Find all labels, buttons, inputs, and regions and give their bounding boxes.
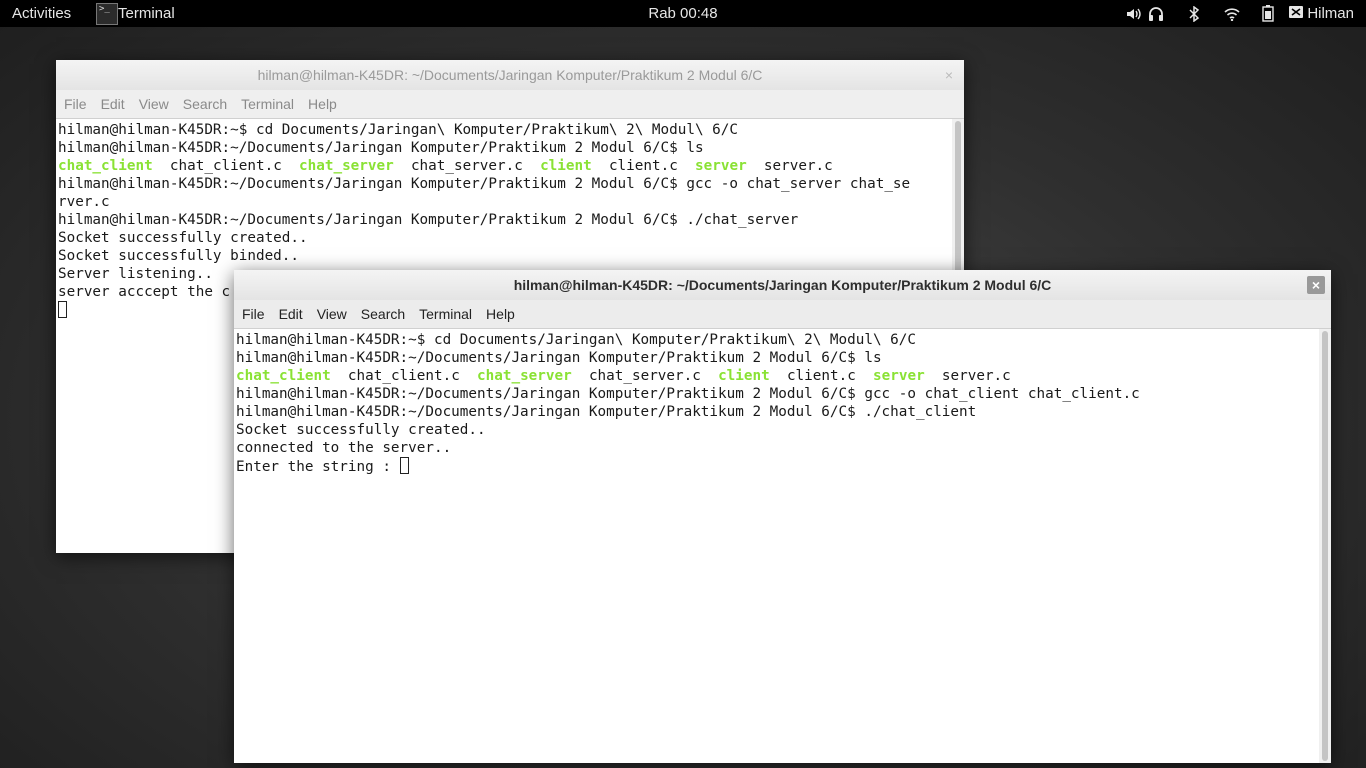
menu-bar: File Edit View Search Terminal Help [56,90,964,119]
clock[interactable]: Rab 00:48 [648,5,717,22]
terminal-line: hilman@hilman-K45DR:~/Documents/Jaringan… [58,176,911,192]
terminal-line: hilman@hilman-K45DR:~$ cd Documents/Jari… [236,332,916,348]
ls-file: server.c [941,368,1011,384]
menu-view[interactable]: View [133,96,175,112]
volume-icon[interactable] [1123,0,1145,27]
menu-help[interactable]: Help [480,306,521,322]
ls-file: chat_client.c [169,158,282,174]
bluetooth-icon[interactable] [1183,0,1205,27]
window-titlebar[interactable]: hilman@hilman-K45DR: ~/Documents/Jaringa… [234,270,1331,300]
terminal-line: Socket successfully created.. [58,230,308,246]
terminal-window-client[interactable]: hilman@hilman-K45DR: ~/Documents/Jaringa… [234,270,1331,763]
terminal-line: rver.c [58,194,110,210]
ls-executable: chat_server [477,368,572,384]
menu-file[interactable]: File [236,306,271,322]
ls-executable: server [695,158,747,174]
terminal-line: hilman@hilman-K45DR:~/Documents/Jaringan… [58,212,799,228]
terminal-cursor[interactable] [399,457,409,474]
menu-bar: File Edit View Search Terminal Help [234,300,1331,329]
ls-output: chat_client chat_client.c chat_server ch… [58,157,952,175]
terminal-line: hilman@hilman-K45DR:~/Documents/Jaringan… [236,404,977,420]
ls-file: client.c [608,158,678,174]
ls-file: chat_server.c [410,158,523,174]
ls-executable: chat_server [299,158,394,174]
window-titlebar[interactable]: hilman@hilman-K45DR: ~/Documents/Jaringa… [56,60,964,90]
ls-executable: client [540,158,592,174]
window-title: hilman@hilman-K45DR: ~/Documents/Jaringa… [257,67,763,83]
user-menu[interactable]: Hilman [1289,5,1354,22]
top-bar: Activities >_ Terminal Rab 00:48 Hilman [0,0,1366,27]
ls-file: chat_server.c [588,368,701,384]
menu-terminal[interactable]: Terminal [413,306,478,322]
system-tray[interactable]: Hilman [1123,0,1354,27]
ls-file: chat_client.c [347,368,460,384]
ls-file: server.c [763,158,833,174]
menu-terminal[interactable]: Terminal [235,96,300,112]
prompt-line[interactable]: Enter the string : [236,457,1319,476]
terminal-output[interactable]: hilman@hilman-K45DR:~$ cd Documents/Jari… [234,329,1319,763]
close-icon[interactable]: × [940,66,958,84]
ls-executable: server [873,368,925,384]
ls-executable: chat_client [58,158,153,174]
terminal-line: hilman@hilman-K45DR:~$ cd Documents/Jari… [58,122,738,138]
wifi-icon[interactable] [1221,0,1243,27]
user-icon [1289,5,1304,22]
terminal-line: connected to the server.. [236,440,452,456]
terminal-line: Socket successfully binded.. [58,248,300,264]
scrollbar-thumb[interactable] [1322,331,1328,761]
close-icon[interactable]: × [1307,276,1325,294]
menu-help[interactable]: Help [302,96,343,112]
menu-search[interactable]: Search [355,306,411,322]
ls-executable: client [718,368,770,384]
terminal-line: Socket successfully created.. [236,422,486,438]
app-menu-label: Terminal [118,5,175,22]
ls-executable: chat_client [236,368,331,384]
terminal-prompt: Enter the string : [236,459,400,475]
menu-edit[interactable]: Edit [95,96,131,112]
terminal-line: hilman@hilman-K45DR:~/Documents/Jaringan… [58,140,704,156]
app-menu[interactable]: >_ Terminal [96,0,175,27]
terminal-app-icon: >_ [96,2,118,25]
terminal-line: hilman@hilman-K45DR:~/Documents/Jaringan… [236,350,882,366]
menu-file[interactable]: File [58,96,93,112]
menu-view[interactable]: View [311,306,353,322]
headphones-icon[interactable] [1145,0,1167,27]
activities-button[interactable]: Activities [12,5,71,22]
user-name: Hilman [1307,5,1354,22]
menu-search[interactable]: Search [177,96,233,112]
ls-output: chat_client chat_client.c chat_server ch… [236,367,1319,385]
menu-edit[interactable]: Edit [273,306,309,322]
window-title: hilman@hilman-K45DR: ~/Documents/Jaringa… [513,277,1052,293]
terminal-cursor [58,301,67,318]
terminal-line: hilman@hilman-K45DR:~/Documents/Jaringan… [236,386,1140,402]
scrollbar[interactable] [1319,329,1331,763]
battery-icon[interactable] [1257,0,1279,27]
ls-file: client.c [786,368,856,384]
